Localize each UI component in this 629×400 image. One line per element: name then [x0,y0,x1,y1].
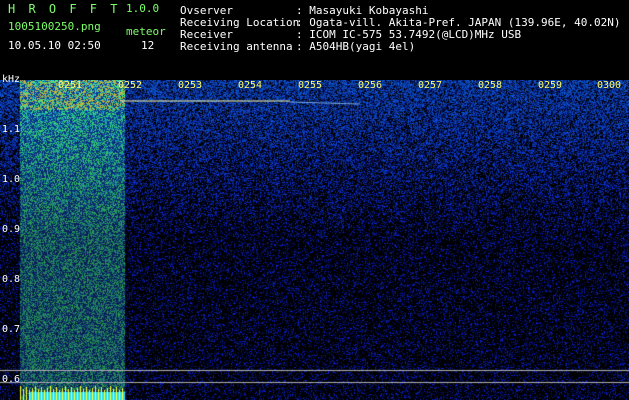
time-tick-0252: 0252 [118,80,143,91]
info-key-antenna: Receiving antenna [180,40,293,53]
meteor-count: 12 [141,39,155,52]
time-tick-0300: 0300 [597,80,622,91]
time-tick-0257: 0257 [418,80,443,91]
y-tick-1-0: 1.0 [2,174,21,185]
filename: 1005100250.png [8,20,101,33]
datetime: 10.05.10 02:50 [8,39,101,52]
y-tick-0-7: 0.7 [2,324,21,335]
y-tick-0-6: 0.6 [2,374,21,385]
time-tick-0258: 0258 [478,80,503,91]
time-tick-0255: 0255 [298,80,323,91]
app-title: H R O F F T [8,2,121,16]
y-tick-1-1: 1.1 [2,124,21,135]
info-value-antenna: : A504HB(yagi 4el) [296,40,416,53]
y-tick-0-9: 0.9 [2,224,21,235]
spectrogram-canvas [0,80,629,400]
app-version: 1.0.0 [126,2,160,15]
time-tick-0256: 0256 [358,80,383,91]
time-tick-0254: 0254 [238,80,263,91]
time-tick-0251: 0251 [58,80,83,91]
y-unit-label: kHz [2,74,21,85]
time-tick-0259: 0259 [538,80,563,91]
y-tick-0-8: 0.8 [2,274,21,285]
meteor-label: meteor [126,25,166,38]
time-tick-0253: 0253 [178,80,203,91]
